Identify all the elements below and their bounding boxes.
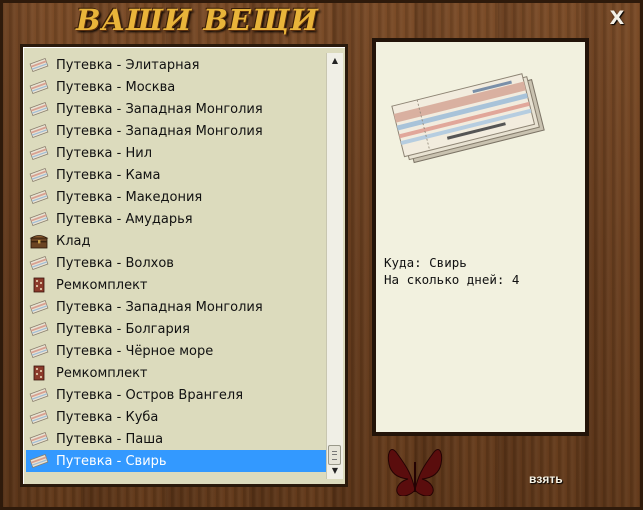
detail-days: На сколько дней: 4	[384, 272, 520, 287]
list-item[interactable]: Путевка - Волхов	[26, 252, 329, 274]
scroll-down-arrow-icon[interactable]: ▼	[327, 463, 343, 479]
list-item[interactable]: Путевка - Македония	[26, 186, 329, 208]
ticket-icon	[26, 299, 56, 315]
list-item[interactable]: Путевка - Западная Монголия	[26, 120, 329, 142]
ticket-icon	[26, 255, 56, 271]
list-scrollbar[interactable]: ▲ ▼	[326, 53, 343, 479]
ticket-icon	[26, 123, 56, 139]
ticket-icon	[26, 167, 56, 183]
butterfly-icon[interactable]	[386, 446, 444, 496]
list-item[interactable]: Ремкомплект	[26, 274, 329, 296]
list-item-label: Путевка - Болгария	[56, 321, 190, 337]
list-item[interactable]: Путевка - Куба	[26, 406, 329, 428]
ticket-icon	[26, 211, 56, 227]
ticket-icon	[26, 101, 56, 117]
list-item-label: Путевка - Паша	[56, 431, 164, 447]
list-item[interactable]: Путевка - Чёрное море	[26, 340, 329, 362]
list-item[interactable]: Путевка - Остров Врангеля	[26, 384, 329, 406]
item-detail-panel: Куда: Свирь На сколько дней: 4	[372, 38, 589, 436]
list-item-label: Путевка - Чёрное море	[56, 343, 214, 359]
repair-kit-icon	[26, 365, 56, 381]
ticket-icon	[26, 321, 56, 337]
ticket-icon	[26, 189, 56, 205]
ticket-icon	[26, 145, 56, 161]
list-item[interactable]: Путевка - Элитарная	[26, 54, 329, 76]
take-button[interactable]: взять	[529, 472, 563, 486]
close-button[interactable]: X	[607, 8, 627, 28]
list-item-label: Путевка - Западная Монголия	[56, 299, 263, 315]
inventory-window: ВАШИ ВЕЩИ X Путевка - Элитарная Путевка -…	[0, 0, 643, 510]
list-item-label: Путевка - Элитарная	[56, 57, 200, 73]
list-item[interactable]: Путевка - Болгария	[26, 318, 329, 340]
list-item-label: Путевка - Западная Монголия	[56, 101, 263, 117]
scrollbar-thumb[interactable]	[328, 445, 341, 465]
ticket-icon	[26, 431, 56, 447]
list-item-label: Клад	[56, 233, 91, 249]
list-item-label: Путевка - Нил	[56, 145, 153, 161]
list-item[interactable]: Путевка - Амударья	[26, 208, 329, 230]
scroll-up-arrow-icon[interactable]: ▲	[327, 53, 343, 69]
ticket-icon	[26, 57, 56, 73]
window-title: ВАШИ ВЕЩИ	[76, 3, 319, 37]
list-item[interactable]: Путевка - Западная Монголия	[26, 296, 329, 318]
list-item[interactable]: Клад	[26, 230, 329, 252]
ticket-preview-image	[391, 73, 545, 164]
repair-kit-icon	[26, 277, 56, 293]
list-item-label: Путевка - Москва	[56, 79, 176, 95]
item-detail-text: Куда: Свирь На сколько дней: 4	[384, 254, 519, 288]
detail-destination: Куда: Свирь	[384, 255, 467, 270]
list-item-label: Путевка - Волхов	[56, 255, 174, 271]
list-item-label: Путевка - Остров Врангеля	[56, 387, 244, 403]
items-list: Путевка - Элитарная Путевка - Москва Путев…	[26, 54, 329, 472]
list-item-label: Путевка - Амударья	[56, 211, 193, 227]
items-list-panel: Путевка - Элитарная Путевка - Москва Путев…	[20, 44, 348, 487]
ticket-icon	[26, 409, 56, 425]
ticket-icon	[26, 453, 56, 469]
list-item[interactable]: Путевка - Свирь	[26, 450, 329, 472]
list-item-label: Путевка - Западная Монголия	[56, 123, 263, 139]
ticket-icon	[26, 79, 56, 95]
list-item[interactable]: Путевка - Нил	[26, 142, 329, 164]
list-item[interactable]: Путевка - Паша	[26, 428, 329, 450]
list-item[interactable]: Путевка - Москва	[26, 76, 329, 98]
list-item[interactable]: Ремкомплект	[26, 362, 329, 384]
list-item-label: Путевка - Кама	[56, 167, 161, 183]
ticket-icon	[26, 387, 56, 403]
list-item-label: Ремкомплект	[56, 277, 148, 293]
list-item[interactable]: Путевка - Западная Монголия	[26, 98, 329, 120]
treasure-chest-icon	[26, 233, 56, 249]
list-item[interactable]: Путевка - Кама	[26, 164, 329, 186]
list-item-label: Ремкомплект	[56, 365, 148, 381]
list-item-label: Путевка - Македония	[56, 189, 203, 205]
list-item-label: Путевка - Куба	[56, 409, 159, 425]
ticket-icon	[26, 343, 56, 359]
list-item-label: Путевка - Свирь	[56, 453, 167, 469]
